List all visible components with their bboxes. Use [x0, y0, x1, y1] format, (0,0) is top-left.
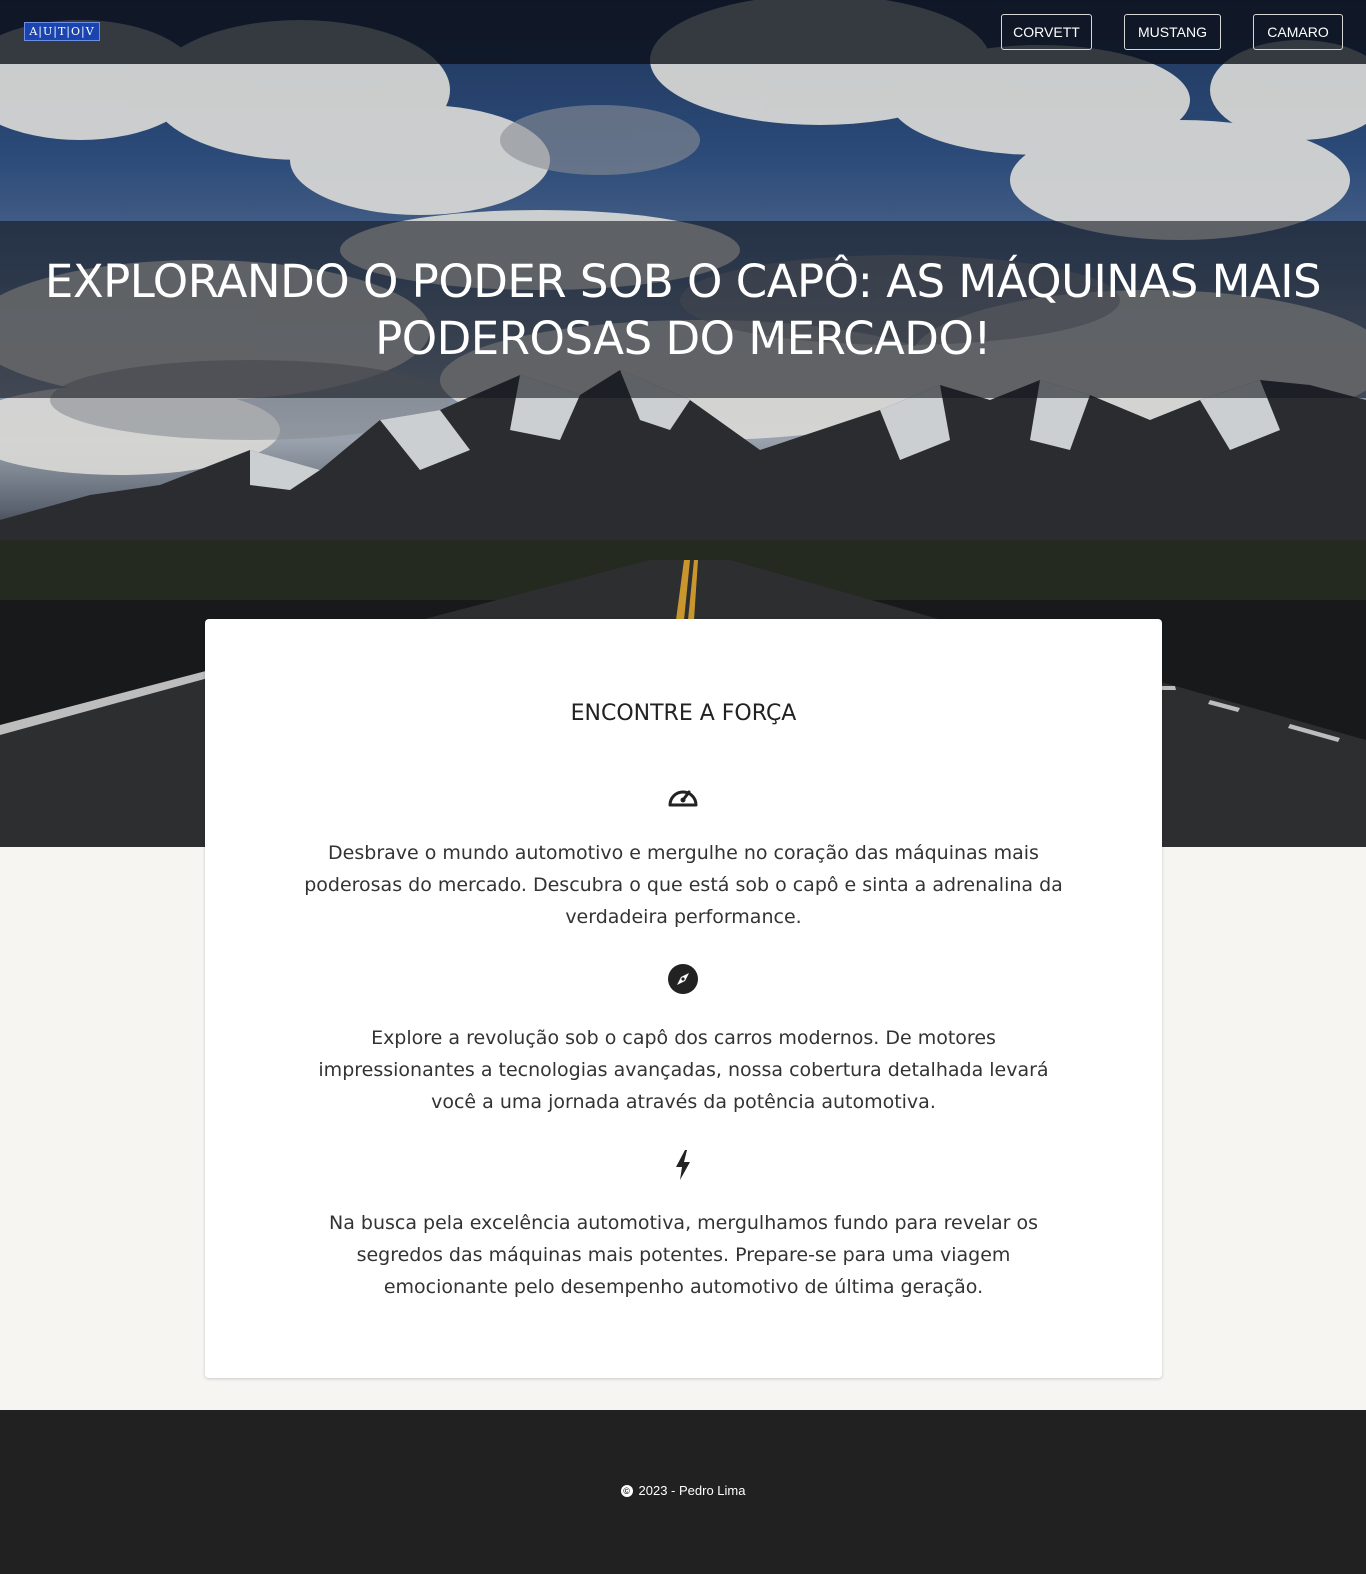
- card-heading: ENCONTRE A FORÇA: [570, 701, 797, 726]
- copyright-icon: ©: [620, 1484, 633, 1497]
- copyright-text: 2023 - Pedro Lima: [638, 1483, 746, 1498]
- speedometer-icon: [666, 778, 700, 812]
- feature-card: ENCONTRE A FORÇA Desbrave o mundo automo…: [205, 619, 1162, 1378]
- navbar: A|U|T|O|V CORVETT MUSTANG CAMARO: [0, 0, 1366, 64]
- lightning-icon: [666, 1148, 700, 1182]
- feature-text-2: Explore a revolução sob o capô dos carro…: [318, 1027, 1049, 1113]
- nav-link-camaro[interactable]: CAMARO: [1253, 14, 1343, 50]
- site-logo[interactable]: A|U|T|O|V: [24, 22, 100, 41]
- feature-text-3: Na busca pela excelência automotiva, mer…: [329, 1212, 1038, 1298]
- footer: © 2023 - Pedro Lima: [0, 1410, 1366, 1574]
- hero-title-band: EXPLORANDO O PODER SOB O CAPÔ: AS MÁQUIN…: [0, 221, 1366, 398]
- nav-link-mustang[interactable]: MUSTANG: [1124, 14, 1221, 50]
- compass-icon: [666, 962, 700, 996]
- feature-text-1: Desbrave o mundo automotivo e mergulhe n…: [304, 842, 1063, 928]
- nav-link-corvett[interactable]: CORVETT: [1001, 14, 1092, 50]
- hero-title: EXPLORANDO O PODER SOB O CAPÔ: AS MÁQUIN…: [44, 254, 1322, 365]
- copyright: © 2023 - Pedro Lima: [0, 1483, 1366, 1498]
